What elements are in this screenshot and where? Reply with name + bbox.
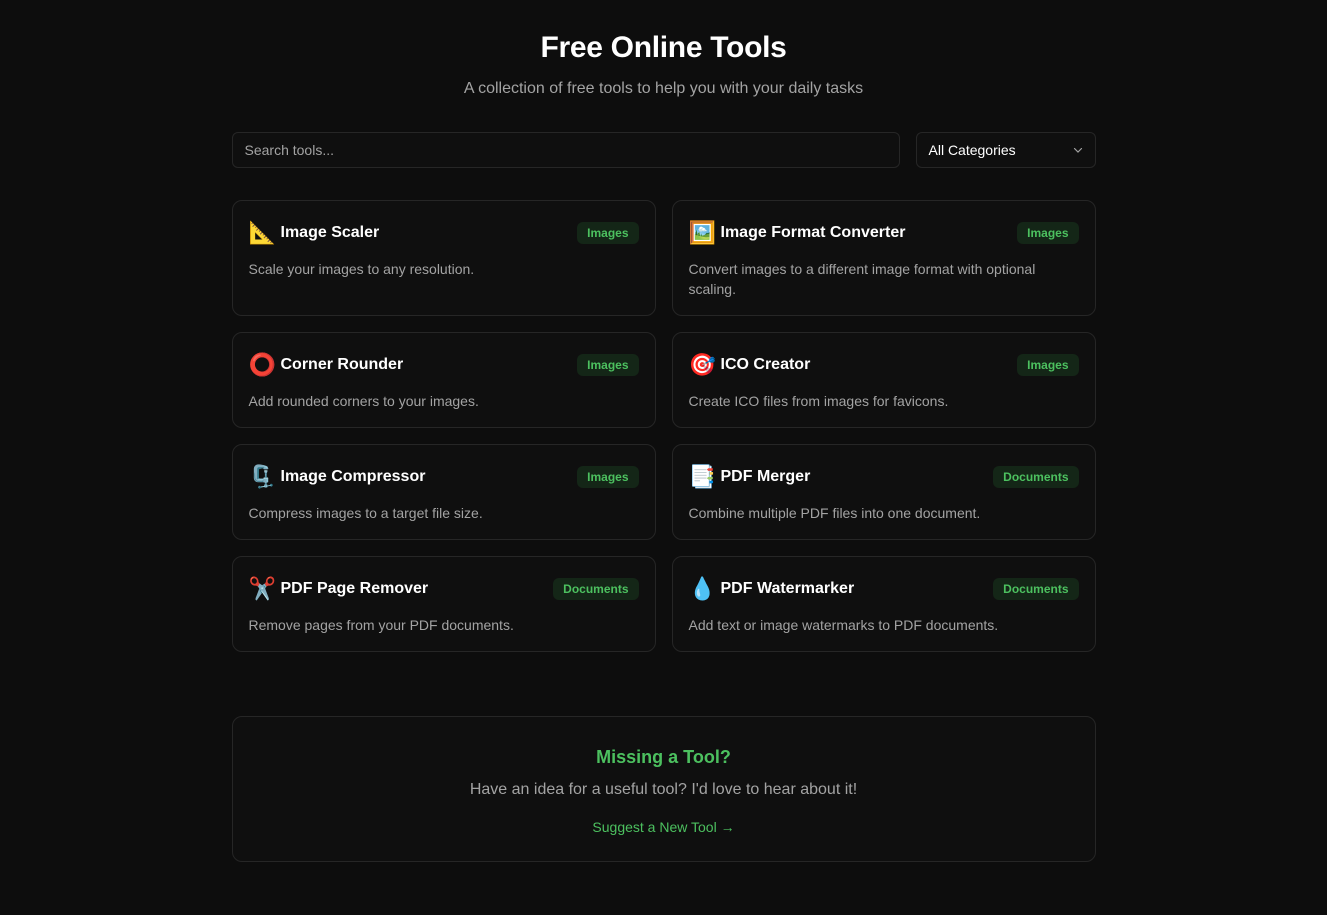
tool-title: Image Scaler xyxy=(280,224,380,241)
category-badge: Images xyxy=(577,222,639,244)
page-subtitle: A collection of free tools to help you w… xyxy=(463,80,864,97)
tool-title: ICO Creator xyxy=(720,356,811,373)
tool-title: PDF Watermarker xyxy=(720,580,855,597)
tool-title: PDF Page Remover xyxy=(280,580,429,597)
tool-card-ico-creator[interactable]: 🎯 ICO Creator Images Create ICO files fr… xyxy=(671,332,1096,428)
page-title: Free Online Tools xyxy=(540,31,787,64)
tool-description: Add text or image watermarks to PDF docu… xyxy=(688,617,999,633)
triangular-ruler-icon: 📐 xyxy=(248,220,276,245)
category-badge: Images xyxy=(1017,222,1079,244)
category-badge: Documents xyxy=(553,578,639,600)
tool-card-image-format-converter[interactable]: 🖼️ Image Format Converter Images Convert… xyxy=(671,200,1096,316)
tool-description: Compress images to a target file size. xyxy=(248,505,483,521)
suggest-text: Have an idea for a useful tool? I'd love… xyxy=(469,781,858,798)
tool-title: PDF Merger xyxy=(720,468,811,485)
category-badge: Documents xyxy=(993,466,1079,488)
page-container: Free Online Tools A collection of free t… xyxy=(231,0,1096,862)
bookmark-tabs-icon: 📑 xyxy=(688,464,716,489)
tool-card-pdf-watermarker[interactable]: 💧 PDF Watermarker Documents Add text or … xyxy=(671,556,1096,652)
tool-card-image-scaler[interactable]: 📐 Image Scaler Images Scale your images … xyxy=(231,200,656,316)
framed-picture-icon: 🖼️ xyxy=(688,220,716,245)
tool-description: Scale your images to any resolution. xyxy=(248,261,475,277)
category-badge: Images xyxy=(1017,354,1079,376)
tool-description: Combine multiple PDF files into one docu… xyxy=(688,505,981,521)
tool-description: Convert images to a different image form… xyxy=(688,261,1036,297)
tool-title: Image Format Converter xyxy=(720,224,906,241)
tool-title: Corner Rounder xyxy=(280,356,404,373)
category-select-value: All Categories xyxy=(928,142,1016,158)
tool-description: Remove pages from your PDF documents. xyxy=(248,617,514,633)
category-select[interactable]: All Categories xyxy=(915,132,1096,168)
hollow-circle-icon: ⭕ xyxy=(248,352,276,377)
suggest-title: Missing a Tool? xyxy=(596,747,731,767)
tool-description: Add rounded corners to your images. xyxy=(248,393,479,409)
scissors-icon: ✂️ xyxy=(248,576,276,601)
target-icon: 🎯 xyxy=(688,352,716,377)
tool-card-pdf-page-remover[interactable]: ✂️ PDF Page Remover Documents Remove pag… xyxy=(231,556,656,652)
suggest-tool-link[interactable]: Suggest a New Tool → xyxy=(592,817,734,837)
suggest-tool-section: Missing a Tool? Have an idea for a usefu… xyxy=(231,716,1096,862)
tool-card-image-compressor[interactable]: 🗜️ Image Compressor Images Compress imag… xyxy=(231,444,656,540)
clamp-icon: 🗜️ xyxy=(248,464,276,489)
filter-controls: All Categories xyxy=(231,132,1096,168)
droplet-icon: 💧 xyxy=(688,576,716,601)
category-badge: Documents xyxy=(993,578,1079,600)
search-input[interactable] xyxy=(231,132,900,168)
tool-card-pdf-merger[interactable]: 📑 PDF Merger Documents Combine multiple … xyxy=(671,444,1096,540)
tool-title: Image Compressor xyxy=(280,468,426,485)
tool-card-corner-rounder[interactable]: ⭕ Corner Rounder Images Add rounded corn… xyxy=(231,332,656,428)
tool-description: Create ICO files from images for favicon… xyxy=(688,393,949,409)
tools-grid: 📐 Image Scaler Images Scale your images … xyxy=(231,200,1096,652)
category-badge: Images xyxy=(577,466,639,488)
chevron-down-icon xyxy=(1073,147,1082,153)
category-badge: Images xyxy=(577,354,639,376)
